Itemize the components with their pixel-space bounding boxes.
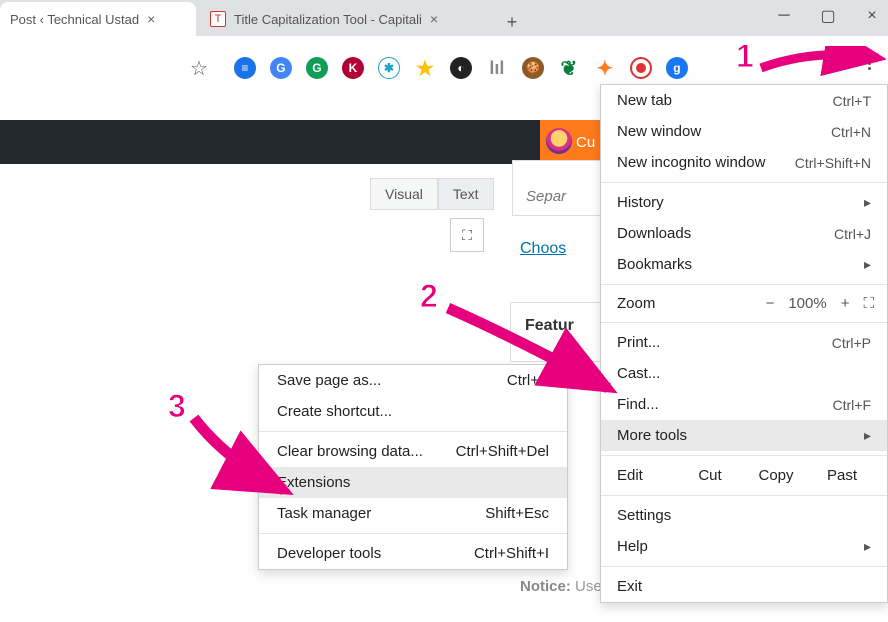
paste-button[interactable]: Past (809, 467, 875, 484)
submenu-developer-tools[interactable]: Developer toolsCtrl+Shift+I (259, 538, 567, 569)
zoom-label: Zoom (617, 295, 655, 312)
menu-history[interactable]: History▸ (601, 187, 887, 218)
extensions-bar: ☆ ≡ G G K ✱ ★ ◐ lıl 🍪 ❦ ✦ g (0, 48, 888, 88)
fullscreen-icon[interactable]: ⛶ (863, 295, 875, 312)
submenu-task-manager[interactable]: Task managerShift+Esc (259, 498, 567, 529)
ext-icon[interactable]: lıl (486, 57, 508, 79)
new-tab-button[interactable]: + (498, 8, 526, 36)
menu-more-tools[interactable]: More tools▸ (601, 420, 887, 451)
ext-icon[interactable]: 🍪 (522, 57, 544, 79)
window-controls: ─ ▢ × (776, 8, 880, 24)
zoom-in-button[interactable]: + (841, 295, 850, 312)
menu-new-tab[interactable]: New tabCtrl+T (601, 85, 887, 116)
submenu-create-shortcut[interactable]: Create shortcut... (259, 396, 567, 427)
zoom-value: 100% (788, 295, 826, 312)
menu-zoom: Zoom − 100% + ⛶ (601, 289, 887, 318)
orange-label: Cu (576, 134, 595, 151)
ext-icon[interactable] (630, 57, 652, 79)
ext-icon[interactable]: ★ (414, 57, 436, 79)
maximize-icon[interactable]: ▢ (820, 8, 836, 24)
menu-cast[interactable]: Cast... (601, 358, 887, 389)
ext-icon[interactable]: K (342, 57, 364, 79)
ext-icon[interactable]: ✦ (594, 57, 616, 79)
menu-new-window[interactable]: New windowCtrl+N (601, 116, 887, 147)
tab-label: Title Capitalization Tool - Capitali (234, 12, 422, 27)
annotation-number-1: 1 (736, 38, 754, 75)
tab-post[interactable]: Post ‹ Technical Ustad × (0, 2, 196, 36)
edit-label: Edit (617, 467, 677, 484)
bookmark-star-icon[interactable]: ☆ (190, 56, 208, 81)
fullscreen-icon[interactable]: ⛶ (450, 218, 484, 252)
menu-find[interactable]: Find...Ctrl+F (601, 389, 887, 420)
menu-downloads[interactable]: DownloadsCtrl+J (601, 218, 887, 249)
ext-icon[interactable]: G (306, 57, 328, 79)
choose-link[interactable]: Choos (520, 240, 566, 258)
ext-icon[interactable]: ◐ (450, 57, 472, 79)
tab-text[interactable]: Text (438, 178, 494, 210)
close-icon[interactable]: × (430, 11, 438, 27)
chrome-menu: New tabCtrl+T New windowCtrl+N New incog… (600, 84, 888, 603)
tab-strip: Post ‹ Technical Ustad × T Title Capital… (0, 0, 888, 36)
close-icon[interactable]: × (864, 8, 880, 24)
annotation-arrow-1 (756, 46, 886, 76)
close-icon[interactable]: × (147, 11, 155, 27)
submenu-clear-data[interactable]: Clear browsing data...Ctrl+Shift+Del (259, 436, 567, 467)
copy-button[interactable]: Copy (743, 467, 809, 484)
annotation-arrow-3 (186, 410, 296, 500)
tab-label: Post ‹ Technical Ustad (10, 12, 139, 27)
ext-icon[interactable]: ≡ (234, 57, 256, 79)
annotation-number-3: 3 (168, 388, 186, 425)
zoom-out-button[interactable]: − (766, 295, 775, 312)
chevron-right-icon: ▸ (864, 194, 871, 211)
submenu-extensions[interactable]: Extensions (259, 467, 567, 498)
favicon: T (210, 11, 226, 27)
chevron-right-icon: ▸ (864, 256, 871, 273)
menu-print[interactable]: Print...Ctrl+P (601, 327, 887, 358)
tab-visual[interactable]: Visual (370, 178, 438, 210)
chevron-right-icon: ▸ (864, 538, 871, 555)
ext-icon[interactable]: ✱ (378, 57, 400, 79)
chevron-right-icon: ▸ (864, 427, 871, 444)
separator-label: Separ (526, 188, 566, 205)
tab-title-tool[interactable]: T Title Capitalization Tool - Capitali × (200, 2, 490, 36)
menu-edit: Edit Cut Copy Past (601, 460, 887, 491)
annotation-arrow-2 (440, 300, 620, 400)
menu-bookmarks[interactable]: Bookmarks▸ (601, 249, 887, 280)
minimize-icon[interactable]: ─ (776, 8, 792, 24)
menu-help[interactable]: Help▸ (601, 531, 887, 562)
orange-icon (546, 128, 572, 154)
menu-exit[interactable]: Exit (601, 571, 887, 602)
ext-icon[interactable]: ❦ (558, 57, 580, 79)
annotation-number-2: 2 (420, 278, 438, 315)
ext-icon[interactable]: G (270, 57, 292, 79)
ext-icon[interactable]: g (666, 57, 688, 79)
editor-tabs: Visual Text (370, 178, 494, 210)
cut-button[interactable]: Cut (677, 467, 743, 484)
menu-settings[interactable]: Settings (601, 500, 887, 531)
menu-incognito[interactable]: New incognito windowCtrl+Shift+N (601, 147, 887, 178)
